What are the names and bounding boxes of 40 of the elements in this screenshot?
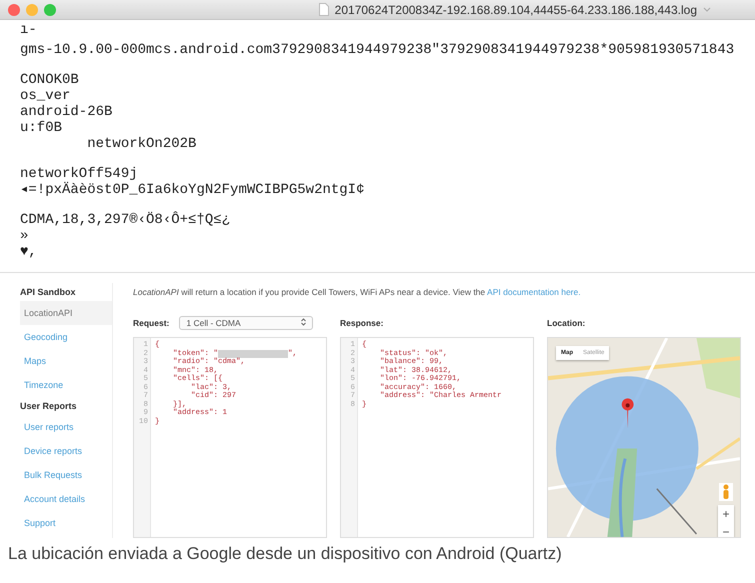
log-line: gms-10.9.00-000mcs.android.com3792908341944979238"3792908341944979238*905981930571843 — [20, 42, 734, 58]
sidebar-item[interactable]: Support — [20, 511, 112, 535]
sidebar-item[interactable]: Account details — [20, 487, 112, 511]
log-line: » — [20, 228, 28, 244]
log-line: networkOff549j — [20, 166, 138, 182]
document-icon — [318, 3, 329, 16]
zoom-in-button[interactable]: + — [718, 505, 734, 523]
sidebar-item[interactable]: Bulk Requests — [20, 463, 112, 487]
log-line: ♥, — [20, 244, 37, 260]
log-line: u:f0B — [20, 120, 62, 136]
sidebar-item[interactable]: Maps — [20, 349, 112, 373]
log-line: android-26B — [20, 104, 112, 120]
log-line: os_ver — [20, 88, 70, 104]
zoom-button[interactable] — [44, 4, 56, 16]
sidebar-item[interactable]: LocationAPI — [20, 301, 112, 325]
close-button[interactable] — [8, 4, 20, 16]
log-line: ◂=!pxÄàèöst0P_6Ia6koYgN2FymWCIBPG5w2ntgI¢ — [20, 182, 364, 198]
request-select[interactable]: 1 Cell - CDMA — [179, 316, 314, 330]
sidebar-heading: API Sandbox — [20, 286, 76, 299]
response-label: Response: — [340, 318, 384, 328]
stepper-icon — [301, 318, 306, 326]
intro-text: LocationAPI will return a location if you provide Cell Towers, WiFi APs near a device. View the API documentation here. — [133, 287, 581, 297]
sidebar-item[interactable]: User reports — [20, 415, 112, 439]
request-label: Request: — [133, 318, 170, 328]
minimize-button[interactable] — [26, 4, 38, 16]
location-label: Location: — [547, 318, 586, 328]
log-line: ı- — [20, 22, 37, 38]
caption: La ubicación enviada a Google desde un dispositivo con Android (Quartz) — [7, 543, 563, 564]
zoom-out-button[interactable]: − — [718, 523, 734, 537]
sidebar-item[interactable]: Timezone — [20, 373, 112, 397]
sidebar-item[interactable]: Device reports — [20, 439, 112, 463]
documentation-link[interactable]: API documentation here. — [487, 287, 581, 297]
chevron-icon[interactable] — [703, 6, 711, 12]
sidebar-heading: User Reports — [20, 400, 77, 413]
person-icon[interactable] — [719, 483, 733, 501]
log-line: networkOn202B — [86, 136, 196, 152]
window-title: 20170624T200834Z-192.168.89.104,44455-64.233.186.188,443.log — [334, 2, 697, 16]
log-line: CONOK0B — [20, 72, 79, 88]
log-line: CDMA,18,3,297®‹Ö8‹Ô+≤†Q≤¿ — [20, 212, 230, 228]
sidebar-item[interactable]: Geocoding — [20, 325, 112, 349]
